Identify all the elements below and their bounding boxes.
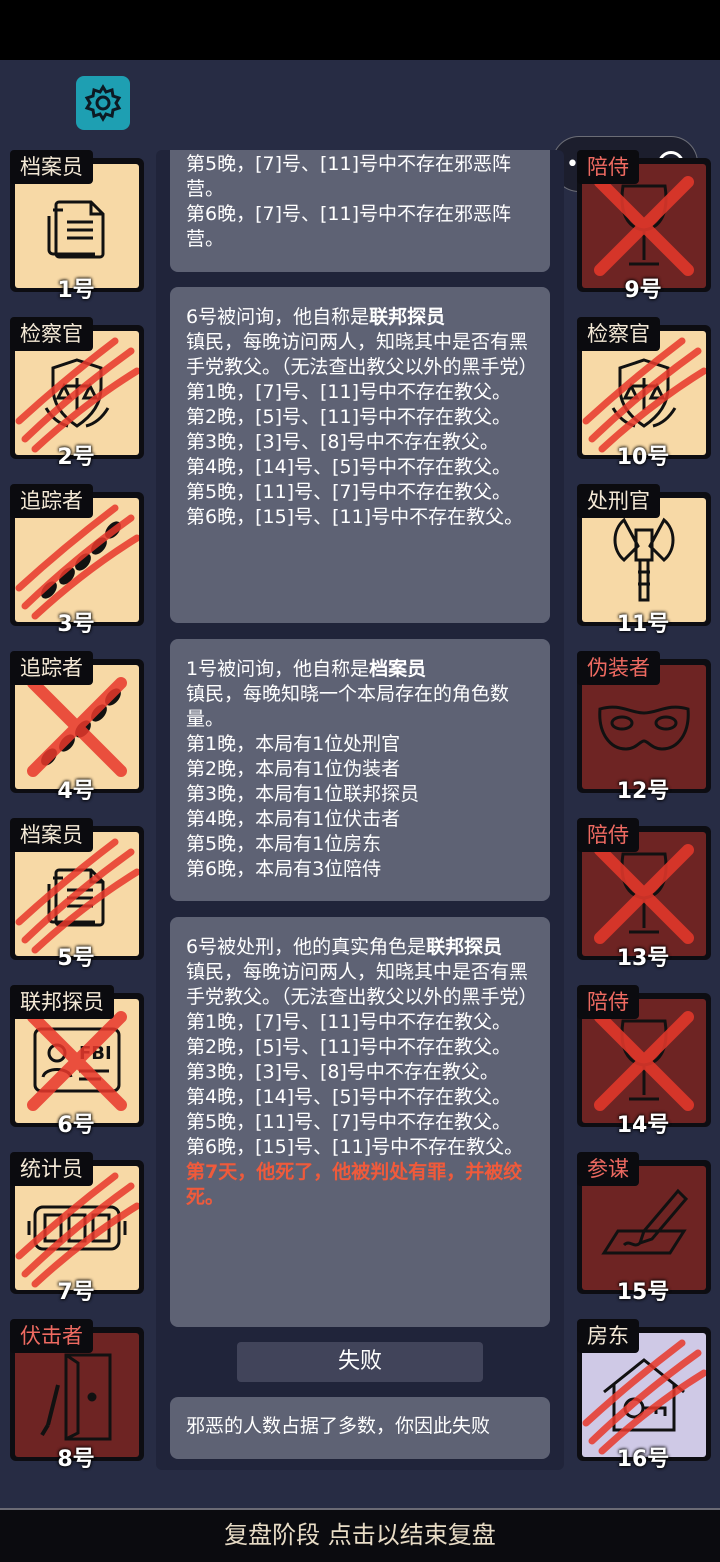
log-line: 镇民，每晚访问两人，知晓其中是否有黑手党教父。（无法查出教父以外的黑手党） bbox=[186, 331, 538, 378]
log-line: 第1晚，本局有1位处刑官 bbox=[186, 733, 401, 755]
player-number: 14号 bbox=[616, 1113, 670, 1138]
log-line: 第6晚，本局有3位陪侍 bbox=[186, 858, 382, 880]
log-line: 第3晚，本局有1位联邦探员 bbox=[186, 783, 420, 805]
role-label: 陪侍 bbox=[577, 985, 639, 1019]
player-number: 8号 bbox=[57, 1447, 95, 1472]
role-label: 陪侍 bbox=[577, 818, 639, 852]
player-number: 12号 bbox=[616, 779, 670, 804]
log-line: 第4晚，[14]号、[5]号中不存在教父。 bbox=[186, 456, 512, 478]
log-entry: 6号被处刑，他的真实角色是联邦探员 镇民，每晚访问两人，知晓其中是否有黑手党教父… bbox=[170, 917, 550, 1327]
player-number: 2号 bbox=[57, 445, 95, 470]
game-log-panel[interactable]: 第5晚，[7]号、[11]号中不存在邪恶阵营。 第6晚，[7]号、[11]号中不… bbox=[156, 150, 564, 1470]
status-bar bbox=[0, 0, 720, 60]
final-message: 邪恶的人数占据了多数，你因此失败 bbox=[170, 1397, 550, 1459]
log-line: 第5晚，[7]号、[11]号中不存在邪恶阵营。 bbox=[186, 153, 512, 200]
player-card-10[interactable]: 检察官 10号 bbox=[573, 317, 713, 470]
player-card-12[interactable]: 伪装者 12号 bbox=[573, 651, 713, 804]
log-entry: 1号被问询，他自称是档案员 镇民，每晚知晓一个本局存在的角色数量。 第1晚，本局… bbox=[170, 639, 550, 901]
player-number: 7号 bbox=[57, 1280, 95, 1305]
log-heading: 6号被处刑，他的真实角色是联邦探员 bbox=[186, 936, 503, 958]
player-card-8[interactable]: 伏击者 8号 bbox=[6, 1319, 146, 1472]
log-entry: 6号被问询，他自称是联邦探员 镇民，每晚访问两人，知晓其中是否有黑手党教父。（无… bbox=[170, 287, 550, 623]
player-number: 5号 bbox=[57, 946, 95, 971]
role-label: 陪侍 bbox=[577, 150, 639, 184]
svg-text:FBI: FBI bbox=[79, 1043, 112, 1064]
execution-verdict: 第7天，他死了，他被判处有罪，并被绞死。 bbox=[186, 1161, 523, 1208]
log-line: 第4晚，[14]号、[5]号中不存在教父。 bbox=[186, 1086, 512, 1108]
role-label: 统计员 bbox=[10, 1152, 93, 1186]
player-card-14[interactable]: 陪侍 14号 bbox=[573, 985, 713, 1138]
log-line: 第5晚，[11]号、[7]号中不存在教父。 bbox=[186, 481, 512, 503]
role-label: 档案员 bbox=[10, 818, 93, 852]
log-line: 第2晚，[5]号、[11]号中不存在教父。 bbox=[186, 1036, 512, 1058]
player-card-1[interactable]: 档案员 1号 bbox=[6, 150, 146, 303]
log-line: 第3晚，[3]号、[8]号中不存在教父。 bbox=[186, 1061, 499, 1083]
player-number: 15号 bbox=[616, 1280, 670, 1305]
log-line: 镇民，每晚访问两人，知晓其中是否有黑手党教父。（无法查出教父以外的黑手党） bbox=[186, 961, 538, 1008]
role-label: 档案员 bbox=[10, 150, 93, 184]
role-label: 检察官 bbox=[577, 317, 660, 351]
role-label: 伏击者 bbox=[10, 1319, 93, 1353]
role-label: 处刑官 bbox=[577, 484, 660, 518]
player-number: 9号 bbox=[624, 278, 662, 303]
player-card-16[interactable]: 房东 16号 bbox=[573, 1319, 713, 1472]
log-heading: 1号被问询，他自称是档案员 bbox=[186, 658, 427, 680]
role-label: 追踪者 bbox=[10, 484, 93, 518]
log-line: 第5晚，[11]号、[7]号中不存在教父。 bbox=[186, 1111, 512, 1133]
player-card-3[interactable]: 追踪者 3号 bbox=[6, 484, 146, 637]
player-card-4[interactable]: 追踪者 4号 bbox=[6, 651, 146, 804]
log-entry: 第5晚，[7]号、[11]号中不存在邪恶阵营。 第6晚，[7]号、[11]号中不… bbox=[170, 150, 550, 272]
log-line: 第4晚，本局有1位伏击者 bbox=[186, 808, 401, 830]
player-number: 3号 bbox=[57, 612, 95, 637]
player-card-15[interactable]: 参谋 15号 bbox=[573, 1152, 713, 1305]
player-number: 13号 bbox=[616, 946, 670, 971]
log-line: 第1晚，[7]号、[11]号中不存在教父。 bbox=[186, 1011, 512, 1033]
role-label: 伪装者 bbox=[577, 651, 660, 685]
player-card-5[interactable]: 档案员 5号 bbox=[6, 818, 146, 971]
player-number: 6号 bbox=[57, 1113, 95, 1138]
role-label: 参谋 bbox=[577, 1152, 639, 1186]
player-number: 10号 bbox=[616, 445, 670, 470]
player-card-9[interactable]: 陪侍 9号 bbox=[573, 150, 713, 303]
player-card-2[interactable]: 检察官 2号 bbox=[6, 317, 146, 470]
role-label: 联邦探员 bbox=[10, 985, 114, 1019]
role-label: 追踪者 bbox=[10, 651, 93, 685]
log-line: 第2晚，本局有1位伪装者 bbox=[186, 758, 401, 780]
player-card-13[interactable]: 陪侍 13号 bbox=[573, 818, 713, 971]
settings-button[interactable] bbox=[76, 76, 130, 130]
player-number: 11号 bbox=[616, 612, 670, 637]
player-card-6[interactable]: FBI 联邦探员 6号 bbox=[6, 985, 146, 1138]
log-line: 第2晚，[5]号、[11]号中不存在教父。 bbox=[186, 406, 512, 428]
log-line: 第1晚，[7]号、[11]号中不存在教父。 bbox=[186, 381, 512, 403]
player-card-11[interactable]: 处刑官 11号 bbox=[573, 484, 713, 637]
player-number: 4号 bbox=[57, 779, 95, 804]
log-line: 第5晚，本局有1位房东 bbox=[186, 833, 382, 855]
role-label: 房东 bbox=[577, 1319, 639, 1353]
gear-icon bbox=[84, 84, 122, 122]
result-label: 失败 bbox=[237, 1342, 483, 1382]
log-line: 第6晚，[7]号、[11]号中不存在邪恶阵营。 bbox=[186, 203, 512, 250]
log-heading: 6号被问询，他自称是联邦探员 bbox=[186, 306, 446, 328]
log-line: 第3晚，[3]号、[8]号中不存在教父。 bbox=[186, 431, 499, 453]
log-line: 镇民，每晚知晓一个本局存在的角色数量。 bbox=[186, 683, 510, 730]
player-number: 16号 bbox=[616, 1447, 670, 1472]
player-number: 1号 bbox=[57, 278, 95, 303]
role-label: 检察官 bbox=[10, 317, 93, 351]
end-review-button[interactable]: 复盘阶段 点击以结束复盘 bbox=[0, 1508, 720, 1562]
player-card-7[interactable]: 统计员 7号 bbox=[6, 1152, 146, 1305]
log-line: 第6晚，[15]号、[11]号中不存在教父。 bbox=[186, 506, 524, 528]
log-line: 第6晚，[15]号、[11]号中不存在教父。 bbox=[186, 1136, 524, 1158]
